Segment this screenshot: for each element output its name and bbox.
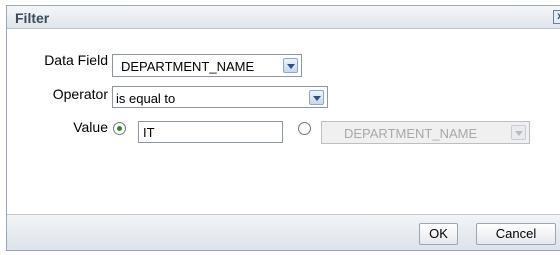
data-field-select[interactable]: DEPARTMENT_NAME (112, 54, 302, 77)
operator-value: is equal to (116, 91, 176, 106)
dialog-title: Filter (15, 10, 50, 26)
value-label: Value (73, 119, 108, 135)
value-field-select[interactable]: DEPARTMENT_NAME (321, 121, 530, 144)
dialog-titlebar[interactable]: Filter x (7, 6, 560, 29)
close-icon[interactable]: x (553, 10, 560, 24)
chevron-down-icon[interactable] (283, 58, 298, 73)
operator-label: Operator (52, 86, 108, 102)
value-text-input[interactable] (138, 121, 283, 143)
chevron-down-icon (511, 125, 526, 140)
data-field-value: DEPARTMENT_NAME (121, 59, 255, 74)
chevron-down-icon[interactable] (309, 90, 324, 105)
dialog-footer: OK Cancel (7, 214, 560, 250)
filter-dialog: Filter x Data Field DEPARTMENT_NAME Oper… (6, 5, 560, 251)
value-field-value: DEPARTMENT_NAME (344, 126, 478, 141)
cancel-button[interactable]: Cancel (476, 223, 556, 245)
operator-select[interactable]: is equal to (112, 86, 328, 108)
data-field-label: Data Field (44, 52, 108, 68)
field-value-radio[interactable] (298, 122, 311, 135)
text-value-radio[interactable] (113, 122, 126, 135)
ok-button[interactable]: OK (419, 223, 458, 245)
